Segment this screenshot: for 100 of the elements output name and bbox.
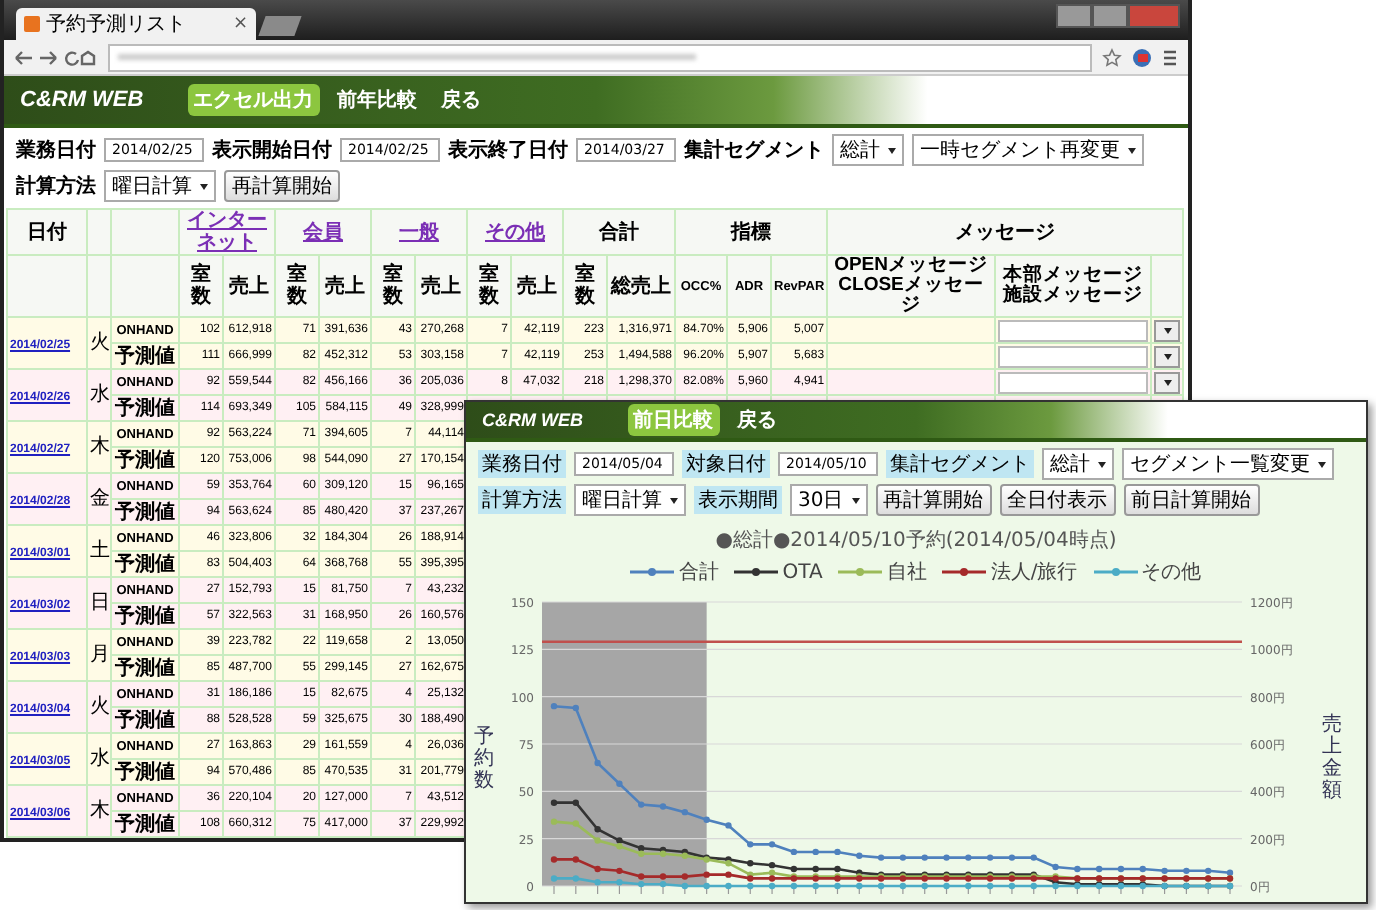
filter-label: 表示期間	[694, 486, 782, 514]
point	[921, 882, 928, 890]
action-button[interactable]: 前日計算開始	[1123, 484, 1260, 516]
point	[1008, 882, 1016, 890]
point	[856, 852, 863, 859]
select-dropdown[interactable]: 総計	[1042, 448, 1114, 480]
recalculate-button[interactable]: 再計算開始	[224, 170, 340, 202]
point	[790, 848, 798, 856]
point	[768, 875, 776, 882]
filter-label: 対象日付	[682, 450, 770, 478]
point	[550, 856, 558, 863]
new-tab-button[interactable]	[258, 16, 302, 36]
nav-button[interactable]: 戻る	[731, 404, 783, 436]
column-header: 売上	[223, 255, 275, 317]
row-type-cell: 予測値	[111, 343, 179, 369]
app-logo: C&RM WEB	[20, 88, 144, 112]
column-header: 売上	[319, 255, 371, 317]
point	[986, 854, 994, 861]
select-dropdown[interactable]: 一時セグメント再変更	[912, 134, 1144, 166]
point	[747, 860, 754, 867]
row-type-cell: 予測値	[111, 603, 179, 629]
select-dropdown[interactable]: 曜日計算	[104, 170, 216, 202]
point	[790, 865, 798, 873]
point	[681, 873, 689, 880]
point	[638, 880, 645, 888]
browser-tab[interactable]: 予約予測リスト ×	[16, 8, 256, 40]
point	[812, 848, 819, 856]
action-button[interactable]: 再計算開始	[875, 484, 992, 516]
navigation-icon[interactable]	[14, 47, 98, 67]
filter-label: 表示終了日付	[448, 137, 568, 164]
dropdown-button[interactable]	[1154, 371, 1181, 393]
axis-title: 予約数	[474, 725, 494, 791]
axis-title: 売上金額	[1322, 714, 1342, 802]
point	[856, 882, 863, 890]
message-field[interactable]	[998, 319, 1149, 341]
point	[1226, 869, 1234, 876]
point	[572, 799, 580, 806]
point	[768, 882, 776, 890]
column-header: 指標	[731, 221, 772, 243]
point	[1095, 865, 1103, 873]
row-type-cell: 予測値	[111, 759, 179, 785]
dropdown-button[interactable]	[1154, 345, 1181, 367]
point	[638, 850, 645, 858]
message-field[interactable]	[998, 345, 1149, 367]
point	[768, 869, 776, 876]
point	[965, 882, 972, 890]
close-icon[interactable]: ×	[232, 14, 248, 34]
point	[834, 848, 841, 856]
menu-icon[interactable]	[1162, 47, 1178, 67]
point	[572, 820, 580, 827]
action-button[interactable]: 全日付表示	[999, 484, 1116, 516]
column-header: 本部メッセージ 施設メッセージ	[1003, 266, 1144, 306]
point	[899, 854, 907, 861]
filter-label: 計算方法	[478, 486, 566, 514]
row-type-cell: 予測値	[111, 499, 179, 525]
nav-button[interactable]: 前年比較	[331, 84, 424, 116]
select-dropdown[interactable]: 曜日計算	[574, 484, 686, 516]
filter-label: 計算方法	[16, 172, 96, 200]
column-header: 室数	[371, 255, 415, 317]
point	[703, 882, 710, 890]
point	[659, 803, 667, 810]
minimize-icon[interactable]	[1056, 4, 1092, 28]
point	[594, 879, 601, 886]
point	[747, 841, 754, 848]
point	[616, 780, 623, 787]
point	[681, 882, 689, 890]
select-dropdown[interactable]: セグメント一覧変更	[1122, 448, 1334, 480]
extension-icon[interactable]	[1132, 47, 1152, 67]
message-field[interactable]	[998, 371, 1149, 393]
point	[594, 826, 601, 833]
column-header-link[interactable]: 会員	[303, 221, 343, 243]
filter-label: 集計セグメント	[684, 137, 824, 164]
column-header-link[interactable]: 一般	[399, 221, 439, 243]
point	[1008, 854, 1016, 861]
point	[594, 759, 601, 767]
point	[834, 865, 841, 873]
point	[572, 875, 580, 882]
point	[1204, 867, 1212, 875]
select-dropdown[interactable]: 30日	[790, 484, 868, 516]
column-header: OPENメッセージ CLOSEメッセージ	[832, 256, 990, 316]
point	[725, 822, 732, 829]
point	[638, 873, 645, 880]
point	[877, 854, 885, 861]
point	[616, 837, 623, 844]
dropdown-button[interactable]	[1154, 319, 1181, 341]
row-type-cell: 予測値	[111, 447, 179, 473]
row-type-cell: 予測値	[111, 707, 179, 733]
point	[572, 856, 580, 863]
point	[616, 867, 623, 875]
point	[638, 844, 645, 852]
select-dropdown[interactable]: 総計	[832, 134, 904, 166]
point	[594, 865, 601, 873]
point	[681, 808, 689, 816]
maximize-icon[interactable]	[1092, 4, 1128, 28]
column-header-link[interactable]: インターネット	[182, 210, 272, 254]
star-icon[interactable]	[1102, 47, 1122, 67]
nav-button[interactable]: 戻る	[435, 84, 488, 116]
column-header: 室数	[275, 255, 319, 317]
point	[877, 882, 885, 890]
legend-label: OTA	[782, 561, 823, 583]
